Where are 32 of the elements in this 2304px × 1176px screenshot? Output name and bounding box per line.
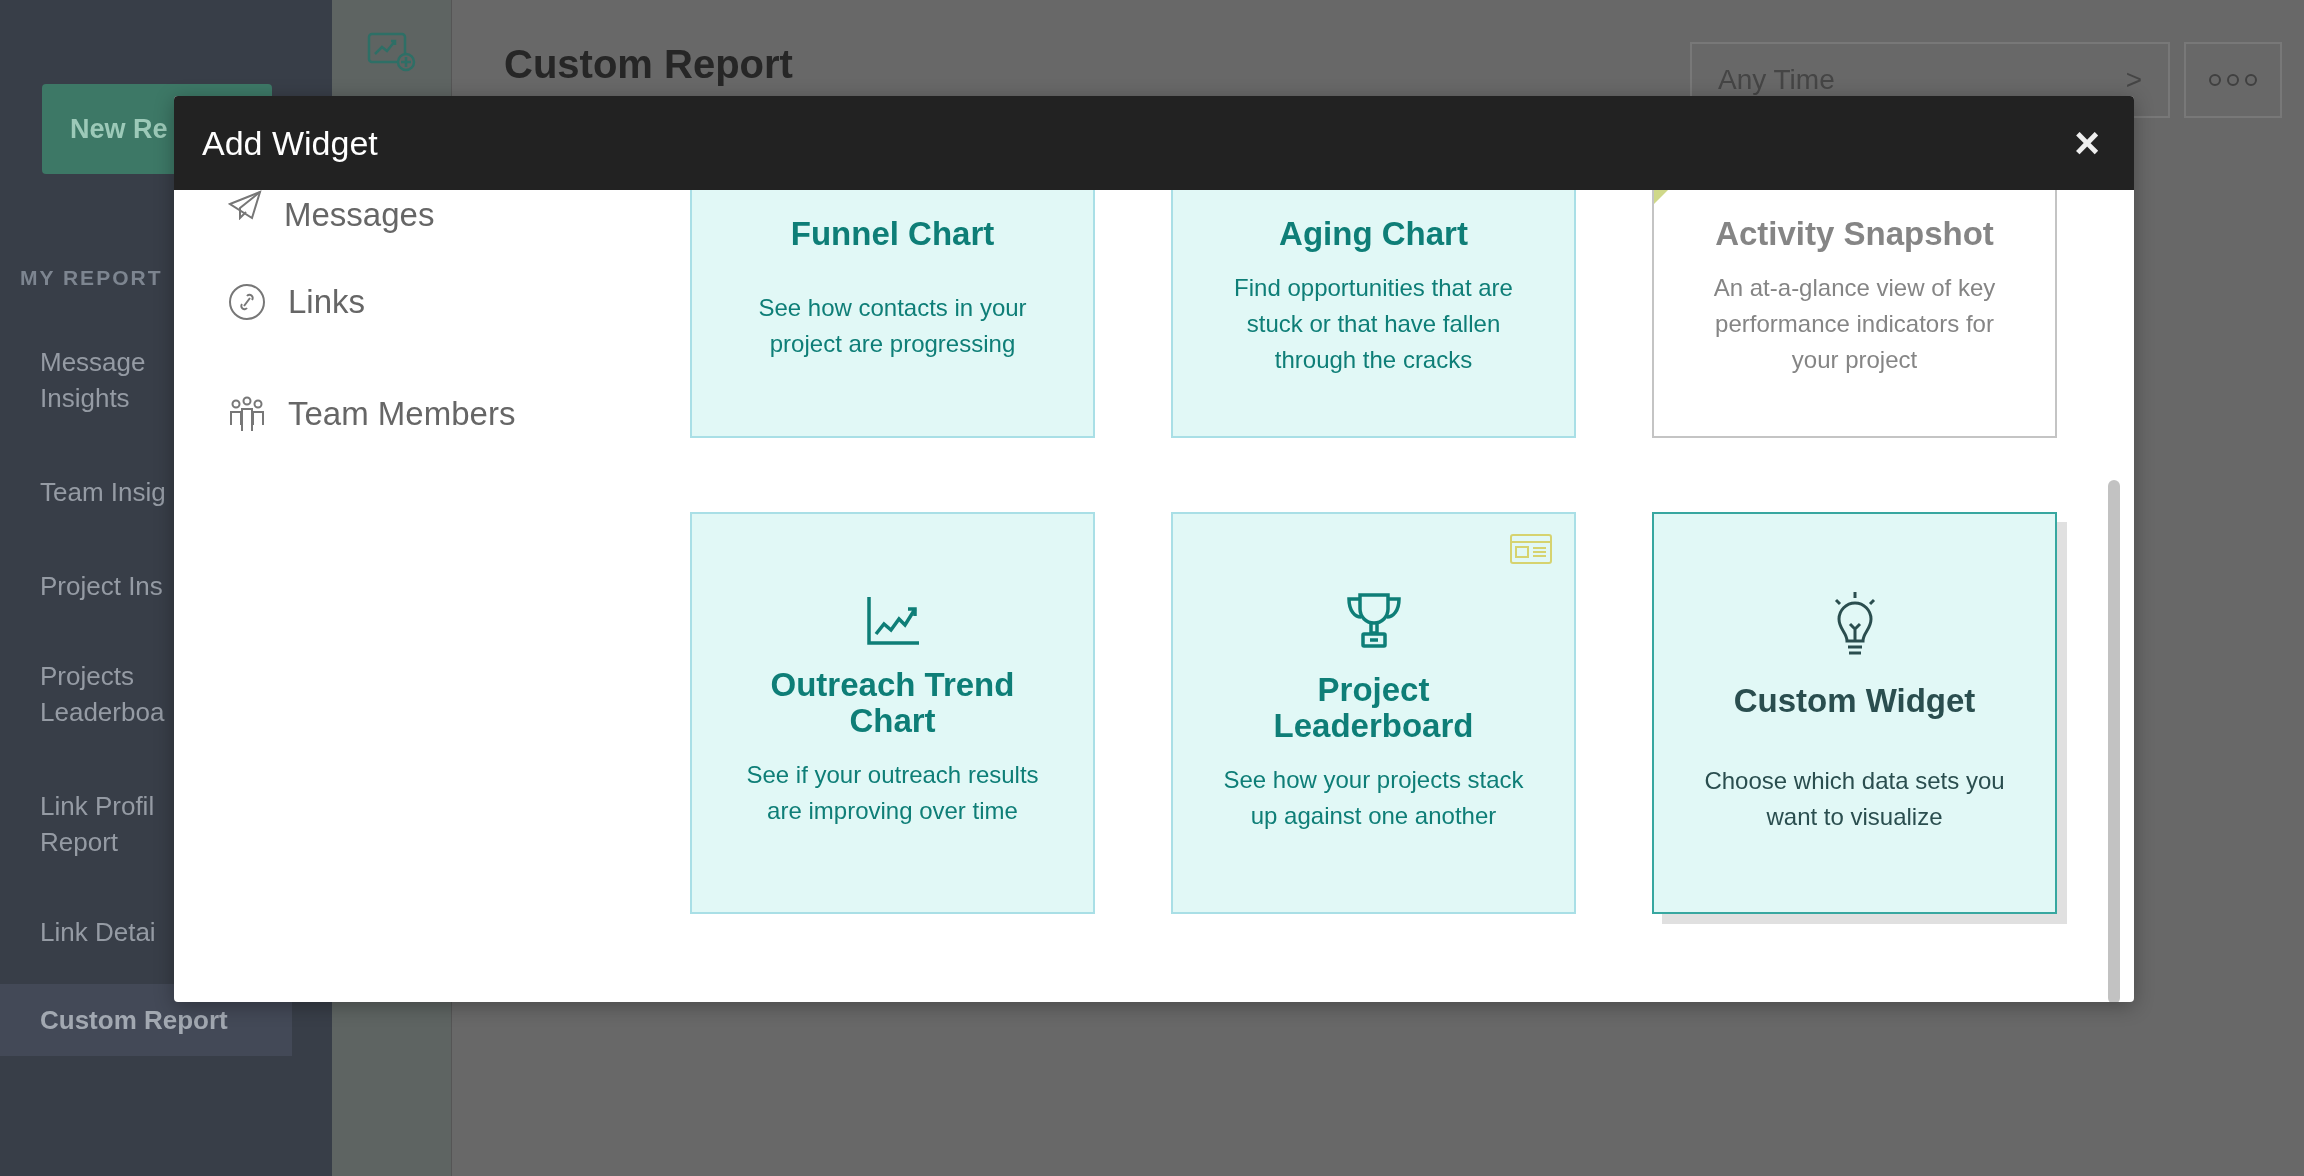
people-icon xyxy=(228,395,266,433)
card-description: An at-a-glance view of key performance indicators for your project xyxy=(1712,273,1997,375)
chart-trend-icon xyxy=(866,597,919,645)
widget-card[interactable]: Project Leaderboard See how your projects stack up against one another xyxy=(1171,512,1576,914)
link-icon xyxy=(228,283,266,321)
scrollbar-thumb[interactable] xyxy=(2108,480,2120,1002)
card-description: See how your projects stack up against one another xyxy=(1222,765,1525,831)
more-dots-icon xyxy=(2208,73,2258,87)
card-title: Activity Snapshot xyxy=(1715,216,1994,252)
card-title: Project Leaderboard xyxy=(1272,672,1475,744)
card-description: Choose which data sets you want to visualize xyxy=(1703,766,2006,832)
card-title: Aging Chart xyxy=(1279,216,1468,252)
trophy-icon xyxy=(1345,592,1402,650)
widget-card[interactable]: Activity Snapshot An at-a-glance view of key performance indicators for your project xyxy=(1652,190,2057,438)
section-label: MY REPORT xyxy=(20,265,164,291)
card-description: Find opportunities that are stuck or that have fallen through the cracks xyxy=(1233,273,1514,375)
card-title: Funnel Chart xyxy=(790,216,995,252)
category-link[interactable]: Links xyxy=(288,277,366,327)
close-button[interactable]: × xyxy=(2068,121,2106,165)
page-title: Custom Report xyxy=(504,41,793,88)
card-title: Outreach Trend Chart xyxy=(769,667,1016,739)
more-button[interactable] xyxy=(2184,42,2282,118)
card-description: See if your outreach results are improving over time xyxy=(745,760,1040,826)
widget-card[interactable]: Funnel Chart See how contacts in your project are progressing xyxy=(690,190,1095,438)
chart-add-icon[interactable] xyxy=(366,32,417,72)
paper-plane-icon xyxy=(228,190,262,220)
category-link[interactable]: Team Members xyxy=(288,389,516,439)
card-description: See how contacts in your project are progressing xyxy=(757,293,1028,359)
card-title: Custom Widget xyxy=(1733,683,1976,719)
category-link[interactable]: Messages xyxy=(284,190,435,240)
widget-card[interactable]: Aging Chart Find opportunities that are stuck or that have fallen through the cracks xyxy=(1171,190,1576,438)
widget-card[interactable]: Outreach Trend Chart See if your outreach results are improving over time xyxy=(690,512,1095,914)
